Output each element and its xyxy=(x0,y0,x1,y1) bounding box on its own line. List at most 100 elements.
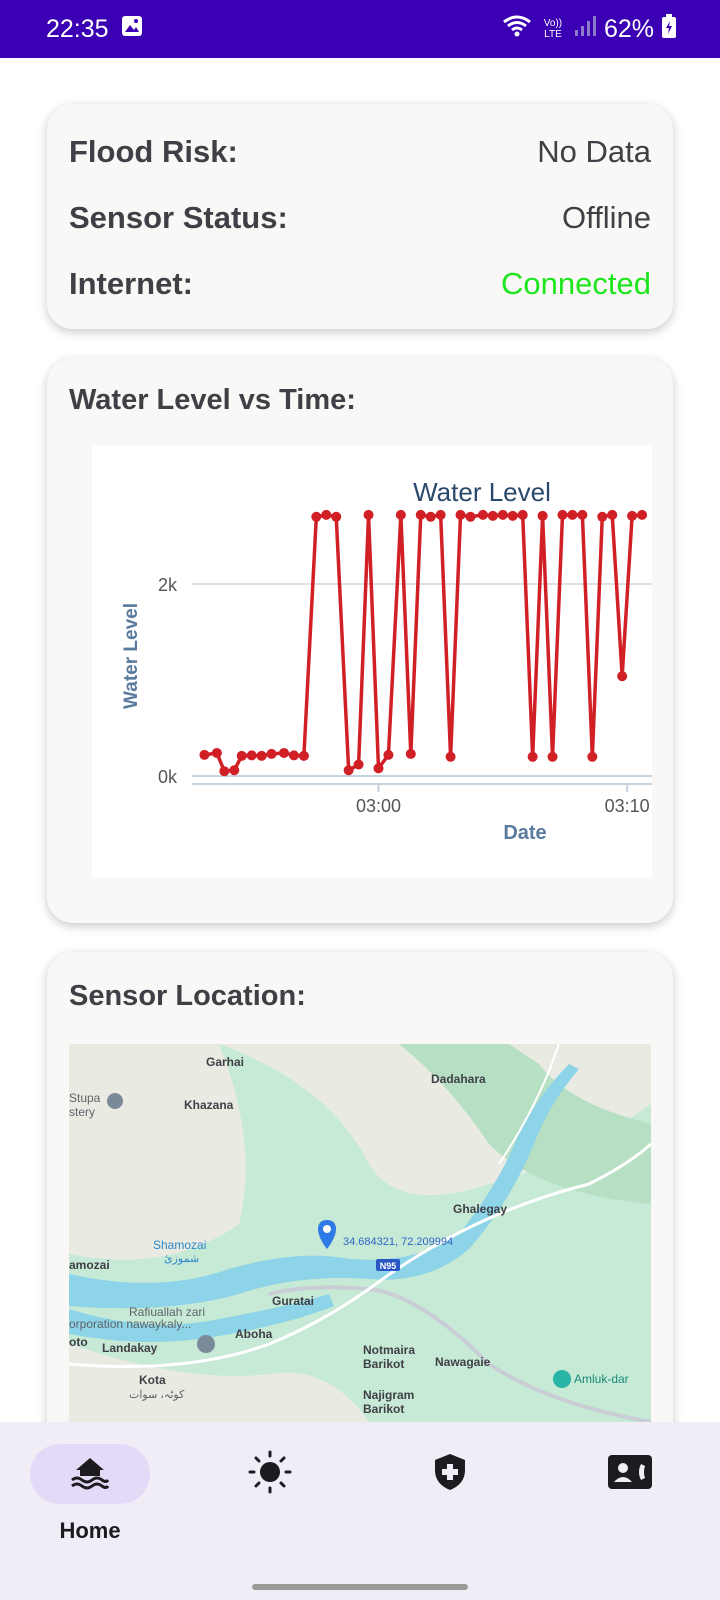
data-point[interactable] xyxy=(477,509,488,520)
data-point[interactable] xyxy=(497,509,508,520)
map-place: Barikot xyxy=(363,1402,404,1416)
battery-icon xyxy=(662,13,676,45)
chart-series xyxy=(204,513,643,773)
data-point[interactable] xyxy=(266,748,277,759)
internet-row: Internet: Connected xyxy=(69,262,651,306)
data-point[interactable] xyxy=(607,509,618,520)
flood-risk-label: Flood Risk: xyxy=(69,134,238,169)
marker-coordinates: 34.684321, 72.209994 xyxy=(343,1236,453,1248)
data-point[interactable] xyxy=(537,510,548,521)
data-point[interactable] xyxy=(256,750,267,761)
map-place: Najigram xyxy=(363,1388,414,1402)
data-point[interactable] xyxy=(597,511,608,522)
network-type: Vo)) LTE xyxy=(543,18,563,40)
internet-value: Connected xyxy=(501,266,651,301)
map-place: Shamozai xyxy=(153,1238,206,1252)
data-point[interactable] xyxy=(577,509,588,520)
data-point[interactable] xyxy=(363,509,374,520)
data-point[interactable] xyxy=(246,750,257,761)
data-point[interactable] xyxy=(383,749,394,760)
data-point[interactable] xyxy=(236,750,247,761)
nav-home-label: Home xyxy=(59,1518,121,1543)
nav-contacts[interactable] xyxy=(570,1444,690,1554)
map-poi-icon[interactable] xyxy=(107,1093,123,1109)
map-poi-icon[interactable] xyxy=(553,1370,571,1388)
clock: 22:35 xyxy=(46,14,109,43)
data-point[interactable] xyxy=(617,671,628,682)
map-svg[interactable]: N95 34.684321, 72.209994 Garhai Dadahara… xyxy=(69,1044,651,1422)
data-point[interactable] xyxy=(219,766,230,777)
map-place: Garhai xyxy=(206,1055,244,1069)
y-axis-label: Water Level xyxy=(121,603,142,709)
nav-weather[interactable] xyxy=(210,1444,330,1554)
signal-icon xyxy=(574,15,596,44)
nav-home[interactable]: Home xyxy=(30,1444,150,1554)
y-tick-label: 2k xyxy=(158,575,178,595)
image-icon xyxy=(121,15,143,44)
data-point[interactable] xyxy=(395,509,406,520)
chart-svg[interactable]: Water Level 0k 2k 03:00 03:10 Date Water Le… xyxy=(92,446,652,878)
nav-weather-pill[interactable] xyxy=(210,1444,330,1504)
series-line xyxy=(204,513,643,773)
data-point[interactable] xyxy=(321,509,332,520)
nav-contacts-pill[interactable] xyxy=(570,1444,690,1504)
flood-risk-value: No Data xyxy=(537,134,651,169)
data-point[interactable] xyxy=(288,750,299,761)
nav-home-pill[interactable] xyxy=(30,1444,150,1504)
data-point[interactable] xyxy=(487,510,498,521)
flood-risk-row: Flood Risk: No Data xyxy=(69,130,651,174)
data-point[interactable] xyxy=(415,509,426,520)
data-point[interactable] xyxy=(211,747,222,758)
map-place: Khazana xyxy=(184,1098,234,1112)
sensor-map[interactable]: N95 34.684321, 72.209994 Garhai Dadahara… xyxy=(69,1044,651,1422)
map-place: Guratai xyxy=(272,1294,314,1308)
data-point[interactable] xyxy=(465,511,476,522)
data-point[interactable] xyxy=(199,749,210,760)
data-point[interactable] xyxy=(517,509,528,520)
wifi-icon xyxy=(502,14,532,45)
road-label: N95 xyxy=(380,1261,397,1271)
data-point[interactable] xyxy=(435,509,446,520)
data-point[interactable] xyxy=(547,751,558,762)
data-point[interactable] xyxy=(279,747,289,758)
map-place: Barikot xyxy=(363,1357,404,1371)
data-point[interactable] xyxy=(445,751,456,762)
data-point[interactable] xyxy=(627,510,638,521)
map-place: Stupa xyxy=(69,1091,101,1105)
water-level-chart[interactable]: Water Level 0k 2k 03:00 03:10 Date Water Le… xyxy=(92,446,652,878)
data-point[interactable] xyxy=(298,750,309,761)
map-place: Dadahara xyxy=(431,1072,486,1086)
data-point[interactable] xyxy=(425,511,436,522)
data-point[interactable] xyxy=(557,509,568,520)
data-point[interactable] xyxy=(331,511,342,522)
data-point[interactable] xyxy=(527,751,538,762)
data-point[interactable] xyxy=(567,509,578,520)
x-tick-label: 03:10 xyxy=(605,796,650,816)
data-point[interactable] xyxy=(507,510,518,521)
data-point[interactable] xyxy=(373,763,384,774)
data-point[interactable] xyxy=(455,509,466,520)
sensor-status-row: Sensor Status: Offline xyxy=(69,196,651,240)
map-place: Aboha xyxy=(235,1327,273,1341)
map-place: شموزئ xyxy=(164,1253,199,1265)
internet-label: Internet: xyxy=(69,266,193,301)
status-bar: 22:35 Vo)) LTE 62% xyxy=(0,0,720,58)
sensor-status-value: Offline xyxy=(561,200,651,235)
data-point[interactable] xyxy=(587,751,598,762)
chart-points xyxy=(199,509,648,777)
location-card: Sensor Location: N95 34.684321, 72.20999… xyxy=(47,952,673,1452)
data-point[interactable] xyxy=(405,748,416,759)
sensor-status-label: Sensor Status: xyxy=(69,200,288,235)
map-place: orporation nawaykaly... xyxy=(69,1317,192,1331)
map-place: Amluk-dar xyxy=(574,1372,629,1386)
nav-safety[interactable] xyxy=(390,1444,510,1554)
map-place: amozai xyxy=(69,1258,110,1272)
data-point[interactable] xyxy=(343,765,354,776)
nav-safety-pill[interactable] xyxy=(390,1444,510,1504)
map-poi-icon[interactable] xyxy=(197,1335,215,1353)
data-point[interactable] xyxy=(229,765,240,776)
data-point[interactable] xyxy=(311,511,322,522)
data-point[interactable] xyxy=(637,509,648,520)
data-point[interactable] xyxy=(353,759,364,770)
gesture-bar[interactable] xyxy=(252,1584,468,1590)
